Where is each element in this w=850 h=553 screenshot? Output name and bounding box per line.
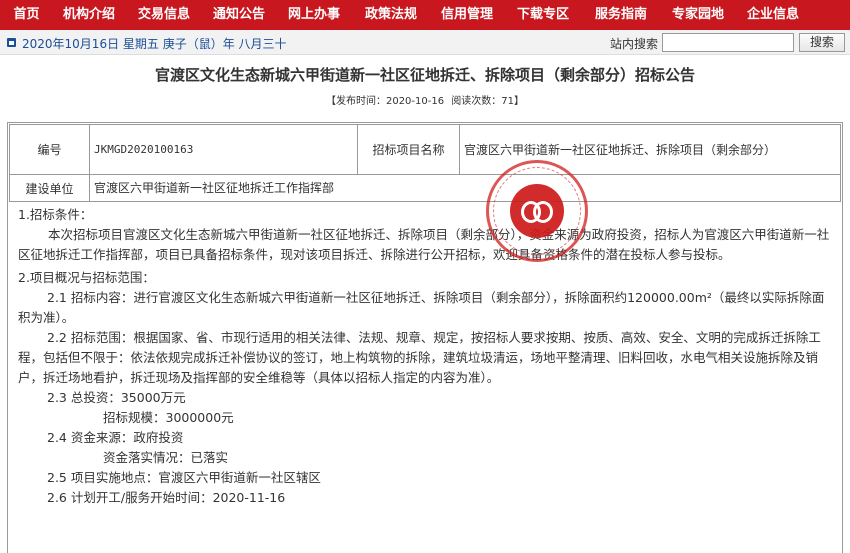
unit-value: 官渡区六甲街道新一社区征地拆迁工作指挥部 [89,174,841,202]
article-body: 1.招标条件： 本次招标项目官渡区文化生态新城六甲街道新一社区征地拆迁、拆除项目… [18,205,830,508]
section-2-5: 2.5 项目实施地点：官渡区六甲街道新一社区辖区 [47,470,321,485]
code-value: JKMGD2020100163 [89,124,358,175]
nav-credit[interactable]: 信用管理 [429,0,505,30]
nav-online-services[interactable]: 网上办事 [275,0,353,30]
page-title: 官渡区文化生态新城六甲街道新一社区征地拆迁、拆除项目（剩余部分）招标公告 [154,66,695,84]
seal-logo-icon [510,184,564,238]
code-label: 编号 [9,124,90,175]
section-2-title: 2.项目概况与招标范围： [18,270,155,285]
unit-label: 建设单位 [9,174,90,202]
section-2-4-status: 资金落实情况：已落实 [103,450,229,465]
section-2-3-scale: 招标规模：3000000元 [103,410,234,425]
nav-trade-info[interactable]: 交易信息 [125,0,203,30]
section-1-text: 本次招标项目官渡区文化生态新城六甲街道新一社区征地拆迁、拆除项目（剩余部分），资… [18,227,830,262]
nav-service-guide[interactable]: 服务指南 [581,0,661,30]
search-label: 站内搜索 [610,37,659,51]
section-2-2: 2.2 招标范围：根据国家、省、市现行适用的相关法律、法规、规章、规定，按招标人… [18,330,821,385]
section-2-4: 2.4 资金来源：政府投资 [47,430,184,445]
nav-about[interactable]: 机构介绍 [53,0,125,30]
nav-home[interactable]: 首页 [0,0,53,30]
read-count: 阅读次数：71】 [451,96,525,107]
article-meta: 【发布时间：2020-10-16 阅读次数：71】 [0,92,850,107]
info-table: 编号 JKMGD2020100163 招标项目名称 官渡区六甲街道新一社区征地拆… [9,124,841,202]
search-input[interactable] [662,33,794,52]
section-2-1: 2.1 招标内容：进行官渡区文化生态新城六甲街道新一社区征地拆迁、拆除项目（剩余… [18,290,825,325]
table-row: 编号 JKMGD2020100163 招标项目名称 官渡区六甲街道新一社区征地拆… [9,124,841,175]
search-button[interactable]: 搜索 [799,33,845,52]
nav-notices[interactable]: 通知公告 [203,0,275,30]
section-1-title: 1.招标条件： [18,207,93,222]
nav-policies[interactable]: 政策法规 [353,0,429,30]
nav-enterprise[interactable]: 企业信息 [735,0,811,30]
nav-experts[interactable]: 专家园地 [661,0,735,30]
table-row: 建设单位 官渡区六甲街道新一社区征地拆迁工作指挥部 [9,174,841,202]
main-nav: 首页 机构介绍 交易信息 通知公告 网上办事 政策法规 信用管理 下载专区 服务… [0,0,850,30]
official-seal [486,160,588,262]
project-name-label: 招标项目名称 [357,124,460,175]
section-2-6: 2.6 计划开工/服务开始时间：2020-11-16 [47,490,286,505]
section-2-3: 2.3 总投资：35000万元 [47,390,186,405]
nav-downloads[interactable]: 下载专区 [505,0,581,30]
publish-time: 【发布时间：2020-10-16 [325,96,445,107]
current-date: 2020年10月16日 星期五 庚子（鼠）年 八月三十 [22,37,287,51]
calendar-icon [7,38,16,47]
info-bar: 2020年10月16日 星期五 庚子（鼠）年 八月三十 站内搜索 搜索 [0,30,850,55]
